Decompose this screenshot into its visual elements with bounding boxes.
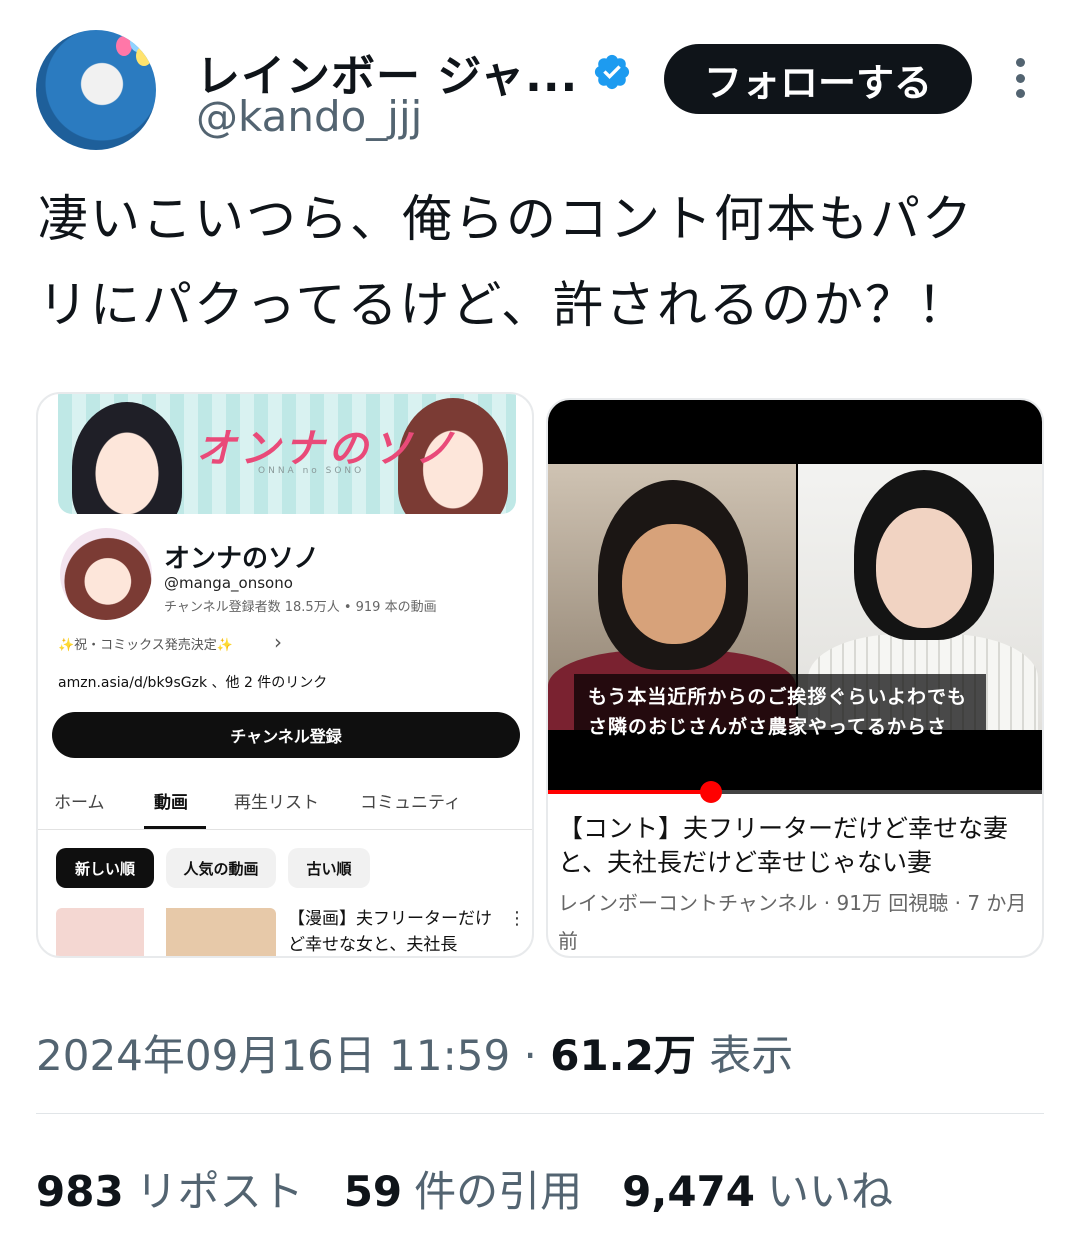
timestamp-text[interactable]: 2024年09月16日 11:59 · — [36, 1031, 550, 1080]
channel-promo: ✨祝・コミックス発売決定✨ — [58, 638, 233, 653]
banner-subtitle: ONNA no SONO — [258, 466, 365, 476]
video-player: もう本当近所からのご挨拶ぐらいよわでも さ隣のおじさんがさ農家やってるからさ — [548, 400, 1042, 803]
follow-button[interactable]: フォローする — [664, 44, 972, 114]
likes-stat[interactable]: 9,474 いいね — [622, 1158, 893, 1219]
channel-links: amzn.asia/d/bk9sGzk 、他 2 件のリンク — [58, 675, 328, 691]
engagement-stats: 983 リポスト 59 件の引用 9,474 いいね — [36, 1158, 893, 1219]
subtitle-line: もう本当近所からのご挨拶ぐらいよわでも — [588, 686, 968, 708]
video-title: 【漫画】夫フリーターだけど幸せな女と、夫社長 — [288, 909, 492, 955]
quotes-stat[interactable]: 59 件の引用 — [344, 1158, 582, 1219]
chip-oldest: 古い順 — [288, 848, 370, 888]
more-vertical-icon: ⋮ — [508, 908, 526, 929]
media-image-right[interactable]: もう本当近所からのご挨拶ぐらいよわでも さ隣のおじさんがさ農家やってるからさ 【… — [546, 398, 1044, 958]
more-vertical-icon[interactable] — [1006, 58, 1034, 98]
channel-stats: チャンネル登録者数 18.5万人 • 919 本の動画 — [164, 600, 437, 615]
media-image-left[interactable]: オンナのソノ ONNA no SONO オンナのソノ @manga_onsono… — [36, 392, 534, 958]
tab-home: ホーム — [54, 793, 105, 813]
video-thumbnail — [56, 908, 276, 956]
banner-character-left — [72, 402, 182, 514]
subtitle-line: さ隣のおじさんがさ農家やってるからさ — [588, 716, 948, 738]
reposts-count: 983 — [36, 1167, 124, 1216]
divider — [36, 1113, 1044, 1114]
tab-community: コミュニティ — [360, 793, 461, 813]
video-progress-fill — [548, 790, 712, 794]
tweet-text-line: 凄いこいつら、俺らのコント何本もパク — [38, 190, 974, 248]
tweet-text-line: リにパクってるけど、許されるのか？！ — [38, 276, 969, 334]
channel-avatar — [60, 528, 152, 620]
subscribe-button: チャンネル登録 — [52, 712, 520, 758]
channel-handle: @manga_onsono — [164, 574, 293, 592]
views-count: 61.2万 — [550, 1031, 696, 1080]
reposts-label: リポスト — [135, 1167, 304, 1216]
tweet-timestamp[interactable]: 2024年09月16日 11:59 · 61.2万 表示 — [36, 1022, 793, 1083]
channel-tabs: ホーム 動画 再生リスト コミュニティ — [38, 782, 532, 830]
video-title: 【コント】夫フリーターだけど幸せな妻と、夫社長だけど幸せじゃない妻 — [558, 814, 1009, 877]
video-progress-knob — [700, 781, 723, 803]
active-tab-indicator — [144, 826, 206, 829]
tab-playlists: 再生リスト — [234, 793, 319, 813]
chip-newest: 新しい順 — [56, 848, 154, 888]
views-label: 表示 — [695, 1031, 794, 1080]
author-avatar[interactable] — [36, 30, 156, 150]
reposts-stat[interactable]: 983 リポスト — [36, 1158, 304, 1219]
video-progress-bar — [548, 781, 1042, 803]
chip-popular: 人気の動画 — [166, 848, 276, 888]
likes-count: 9,474 — [622, 1167, 756, 1216]
tweet-text: 凄いこいつら、俺らのコント何本もパク リにパクってるけど、許されるのか？！ — [38, 176, 1038, 348]
chevron-right-icon: › — [274, 630, 282, 654]
author-handle[interactable]: @kando_jjj — [196, 92, 422, 141]
channel-name: オンナのソノ — [164, 544, 320, 574]
likes-label: いいね — [767, 1167, 894, 1216]
tab-videos: 動画 — [154, 793, 188, 813]
quotes-count: 59 — [343, 1167, 403, 1216]
verified-badge-icon — [595, 54, 630, 90]
quotes-label: 件の引用 — [414, 1167, 583, 1216]
video-meta: レインボーコントチャンネル · 91万 回視聴 · 7 か月前 — [558, 891, 1027, 953]
channel-banner: オンナのソノ ONNA no SONO — [58, 394, 516, 514]
